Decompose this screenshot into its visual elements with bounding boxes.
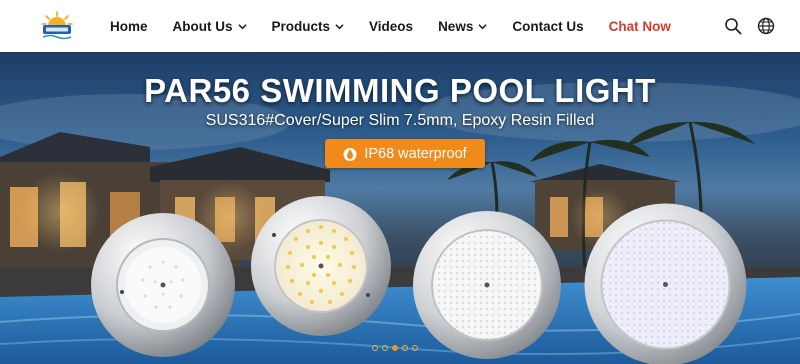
nav-chat-now-label: Chat Now [608, 18, 671, 34]
carousel-dot-2[interactable] [382, 345, 388, 351]
chevron-down-icon [237, 23, 247, 29]
product-image-light-1[interactable] [90, 212, 236, 358]
nav-products[interactable]: Products [272, 19, 345, 34]
nav-home-label: Home [110, 18, 148, 34]
nav-home[interactable]: Home [110, 19, 148, 34]
nav-news-label: News [438, 18, 474, 34]
water-drop-icon [343, 147, 357, 161]
chevron-down-icon [478, 23, 487, 29]
nav-chat-now[interactable]: Chat Now [609, 19, 671, 34]
nav-about-us[interactable]: About Us [173, 19, 247, 34]
globe-icon[interactable] [757, 17, 775, 35]
hero-title: PAR56 SWIMMING POOL LIGHT [144, 72, 656, 109]
product-image-light-4[interactable] [583, 202, 748, 364]
company-logo[interactable] [40, 10, 74, 42]
nav-videos-label: Videos [369, 18, 414, 34]
ip68-badge: IP68 waterproof [325, 139, 485, 168]
nav-contact-us[interactable]: Contact Us [512, 19, 583, 34]
carousel-dot-3-active[interactable] [392, 345, 398, 351]
carousel-pagination [372, 345, 418, 351]
chevron-down-icon [335, 23, 344, 29]
nav-about-us-label: About Us [172, 18, 233, 34]
nav-news[interactable]: News [438, 19, 487, 34]
nav-contact-us-label: Contact Us [512, 18, 584, 34]
carousel-dot-5[interactable] [412, 345, 418, 351]
badge-label: IP68 waterproof [364, 145, 467, 162]
search-icon[interactable] [724, 17, 742, 35]
nav-products-label: Products [271, 18, 331, 34]
main-menu: Home About Us Products Videos News Conta… [110, 0, 696, 52]
product-image-light-2[interactable] [250, 195, 392, 337]
top-navigation: Home About Us Products Videos News Conta… [0, 0, 800, 52]
hero-banner: PAR56 SWIMMING POOL LIGHT SUS316#Cover/S… [0, 52, 800, 364]
carousel-dot-1[interactable] [372, 345, 378, 351]
product-image-light-3[interactable] [412, 210, 562, 360]
nav-videos[interactable]: Videos [369, 19, 413, 34]
carousel-dot-4[interactable] [402, 345, 408, 351]
hero-subtitle: SUS316#Cover/Super Slim 7.5mm, Epoxy Res… [205, 112, 595, 129]
